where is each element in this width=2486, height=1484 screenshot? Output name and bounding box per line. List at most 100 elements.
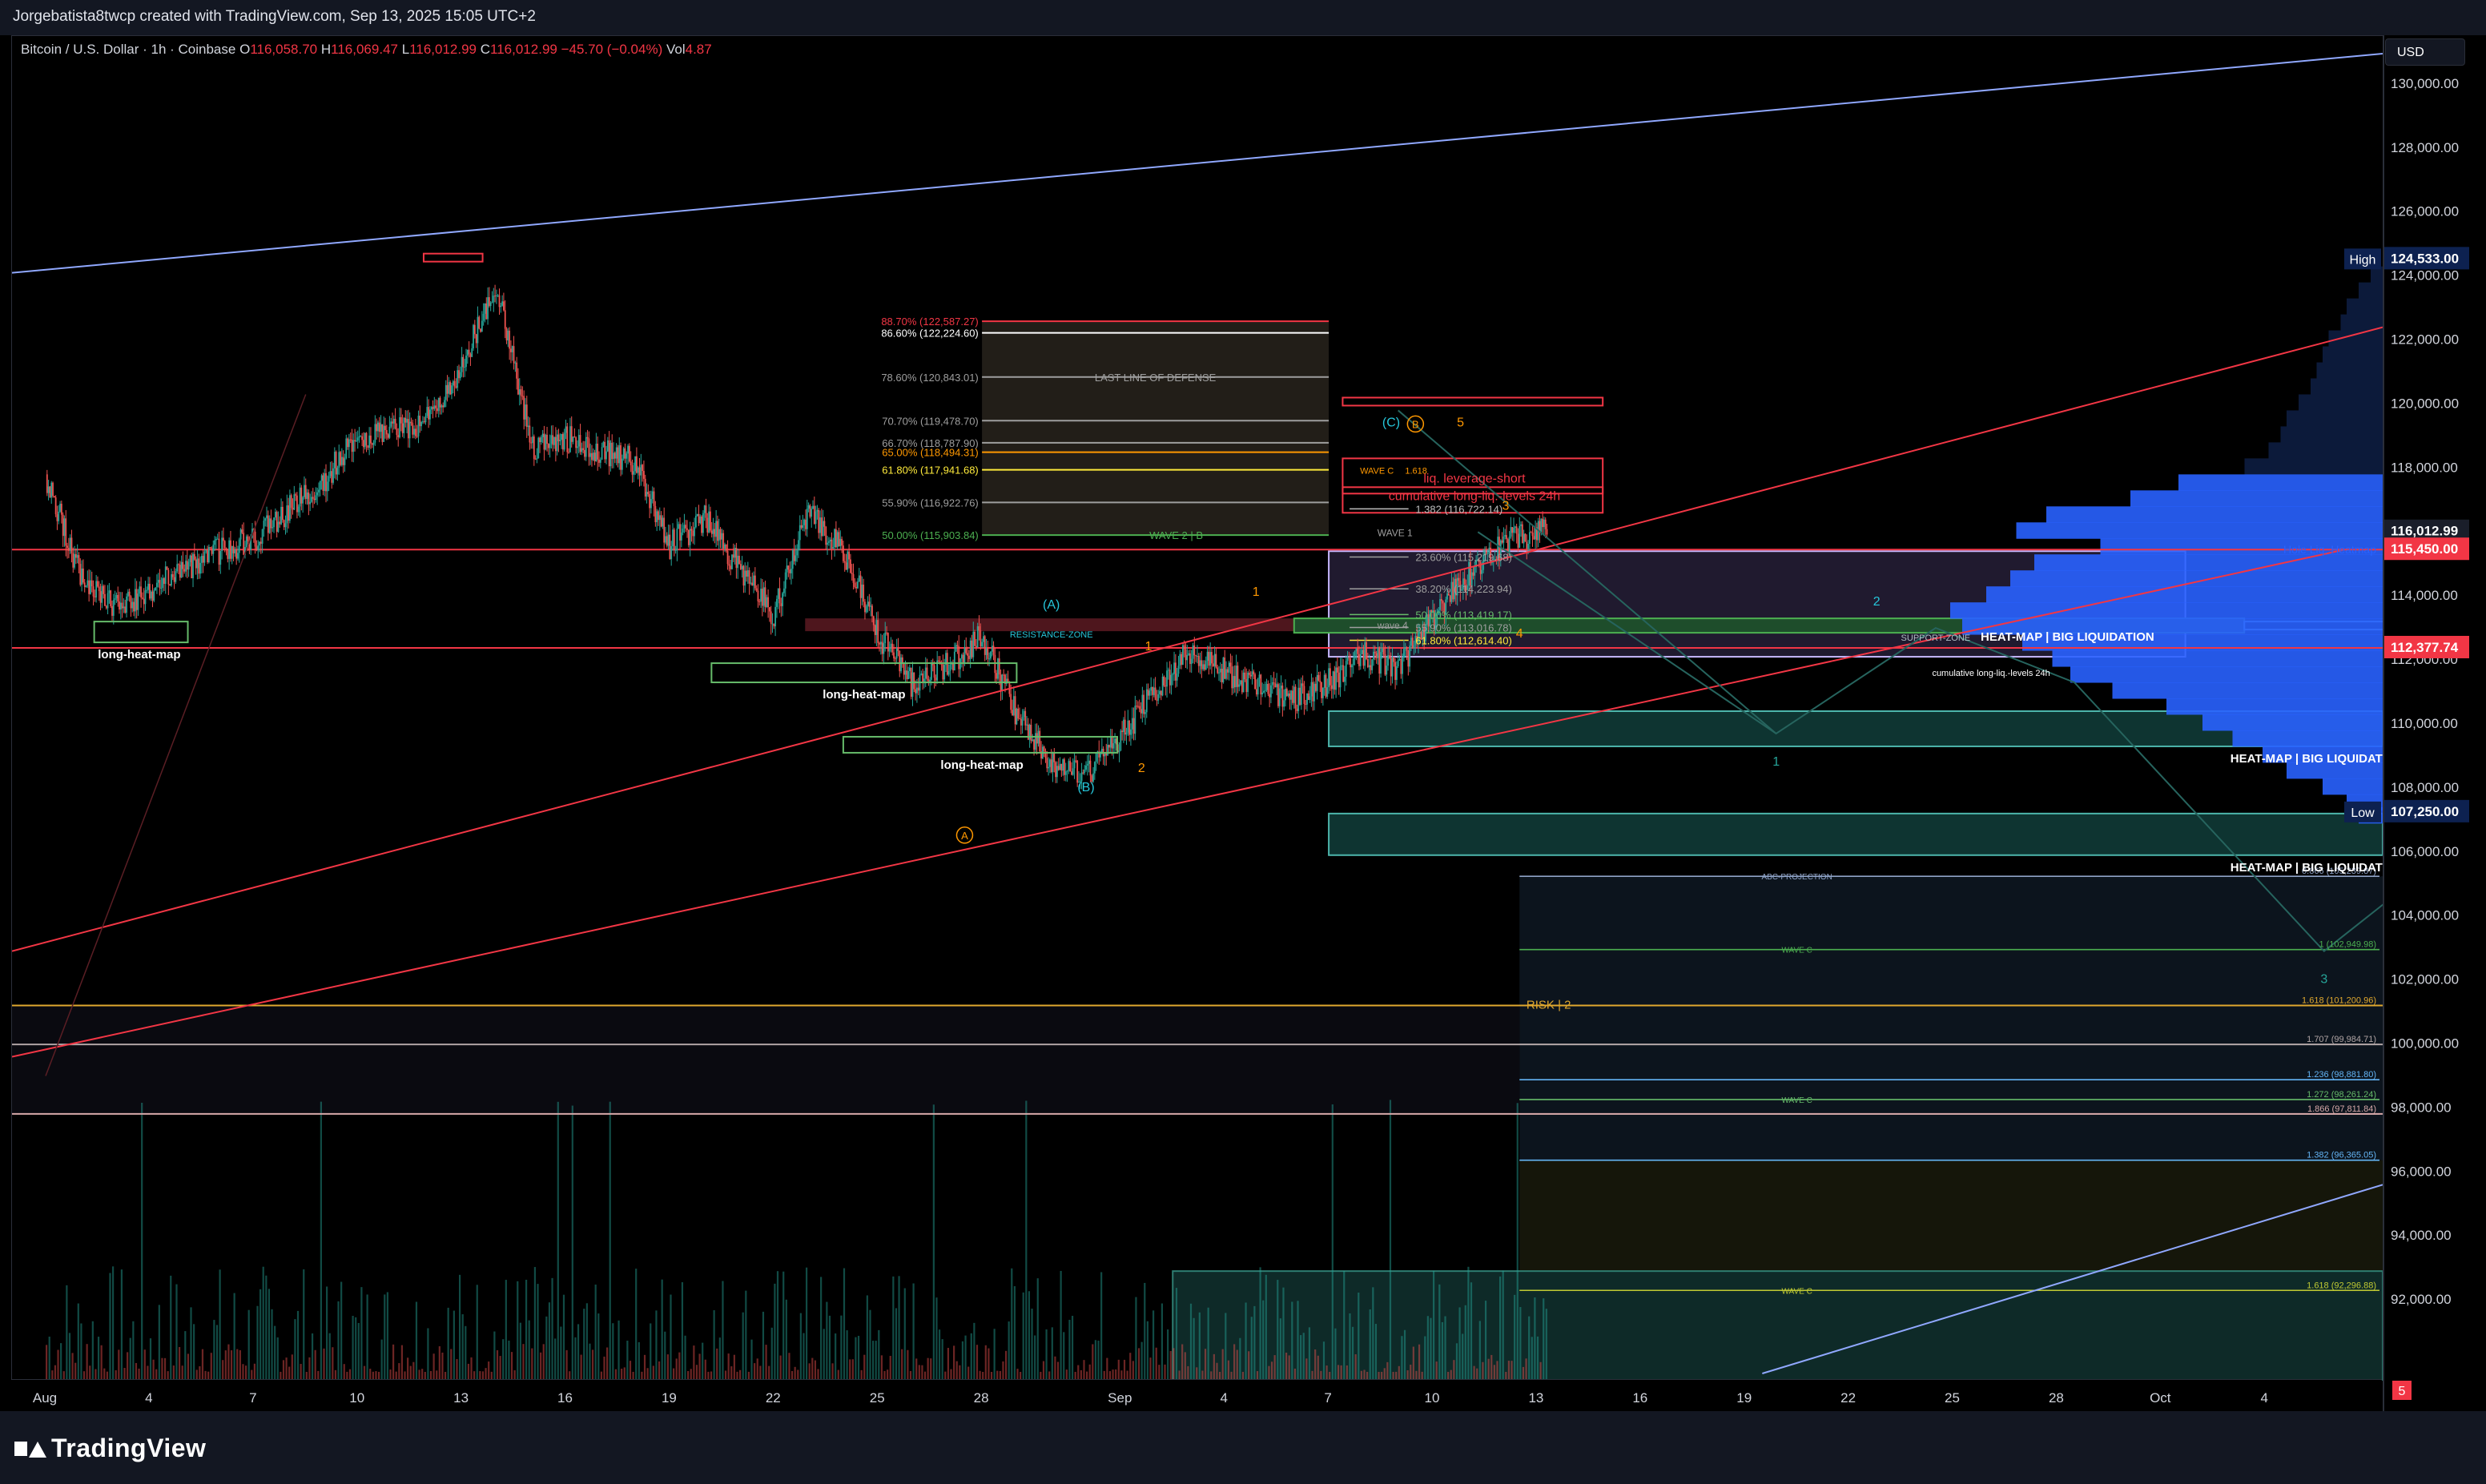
candle-body (160, 588, 163, 589)
candle-body (1195, 655, 1197, 657)
candle-body (969, 640, 971, 659)
candle-body (981, 641, 983, 647)
time-axis-svg[interactable]: Aug 4 7 10 13 16 19 22 25 28 Sep 4 7 10 13 16 19 22 25 28 Oc… (11, 1380, 2382, 1412)
candle-body (913, 672, 915, 690)
time-axis[interactable]: Aug 4 7 10 13 16 19 22 25 28 Sep 4 7 10 13 16 19 22 25 28 Oc… (11, 1379, 2382, 1412)
volume-bar (60, 1343, 62, 1380)
candle-body (355, 440, 357, 442)
candle-body (602, 441, 605, 448)
volume-bar (201, 1349, 204, 1380)
candle-body (911, 672, 914, 698)
candle-body (58, 511, 60, 521)
candle-body (864, 601, 866, 613)
candle-body (1384, 654, 1386, 675)
tradingview-logo[interactable]: TradingView (14, 1434, 206, 1463)
volume-label: Vol (666, 42, 686, 57)
candle-body (65, 518, 67, 546)
candle-body (630, 461, 632, 465)
candle-body (243, 533, 245, 555)
volume-bar (1374, 1324, 1378, 1380)
volume-bar (718, 1337, 721, 1380)
candle-body (372, 442, 375, 445)
candle-body (121, 602, 123, 609)
candle-body (870, 605, 872, 607)
candle-body (316, 492, 319, 496)
candle-body (1068, 761, 1070, 771)
volume-bar (1493, 1365, 1495, 1380)
candle-body (283, 520, 285, 528)
volume-bar (745, 1290, 747, 1380)
candle-body (900, 657, 902, 672)
volume-bar (947, 1348, 949, 1380)
candle-body (384, 425, 386, 431)
candle-body (883, 643, 885, 654)
candle-body (185, 561, 187, 572)
candle-body (825, 526, 827, 545)
candle-body (50, 482, 53, 498)
candle-body (518, 389, 521, 395)
volume-bar (138, 1368, 140, 1380)
candle-body (658, 511, 659, 521)
volume-bar (303, 1269, 305, 1380)
volume-bar (635, 1269, 638, 1380)
volume-bar (392, 1344, 395, 1380)
volume-bar (485, 1368, 487, 1380)
projection-level-label: 1.707 (99,984.71) (2307, 1035, 2376, 1044)
candle-body (481, 320, 483, 332)
candle-body (239, 529, 242, 540)
price-chart[interactable]: 0.866 (105,239.87)ABC-PROJECTION1 (102,9… (12, 36, 2383, 1412)
candle-body (63, 518, 66, 537)
candle-body (663, 517, 666, 543)
volume-bar (1322, 1341, 1325, 1380)
symbol-legend[interactable]: Bitcoin / U.S. Dollar · 1h · Coinbase O1… (21, 42, 712, 58)
symbol-name[interactable]: Bitcoin / U.S. Dollar · 1h · Coinbase (21, 42, 235, 57)
candle-body (615, 447, 617, 459)
volume-bar (817, 1369, 819, 1380)
volume-bar (609, 1101, 611, 1380)
price-tick-label: 106,000.00 (2391, 844, 2459, 859)
candle-body (70, 537, 73, 553)
candle-body (894, 658, 896, 660)
candle-body (203, 551, 206, 563)
volume-bar (759, 1365, 762, 1380)
currency-selector[interactable]: USD (2385, 38, 2465, 66)
volume-bar (892, 1276, 895, 1380)
candle-body (1225, 669, 1227, 679)
candle-body (1398, 658, 1401, 661)
candle-body (725, 544, 727, 551)
candle-body (1188, 653, 1189, 655)
candle-body (672, 529, 674, 546)
volume-bar (828, 1315, 831, 1380)
candle-body (532, 436, 533, 444)
candle-body (1381, 648, 1383, 653)
candle-body (1249, 674, 1252, 677)
candle-body (584, 449, 585, 457)
volume-bar (927, 1357, 929, 1380)
candle-body (1125, 732, 1128, 735)
candle-body (340, 452, 341, 465)
candle-body (857, 581, 859, 589)
chart-frame[interactable]: 0.866 (105,239.87) ABC-PROJECTION 1 (102,9… (11, 35, 2383, 1413)
candle-body (1052, 753, 1054, 773)
candle-body (748, 570, 750, 584)
candle-body (980, 630, 982, 647)
price-axis-svg[interactable]: 92,000.0094,000.0096,000.0098,000.00100,… (2384, 35, 2469, 1411)
candle-body (1107, 745, 1108, 756)
price-axis[interactable]: 92,000.00 94,000.00 96,000.00 98,000.00 100,… (2383, 35, 2469, 1411)
volume-bar (863, 1354, 866, 1380)
volume-bar (1478, 1321, 1481, 1380)
candle-body (1251, 671, 1253, 677)
volume-bar (127, 1352, 129, 1380)
candle-body (1143, 694, 1145, 714)
fib-level-label: 70.70% (119,478.70) (882, 415, 978, 427)
volume-bar (1383, 1368, 1386, 1380)
volume-bar (328, 1333, 331, 1380)
volume-bar (1305, 1358, 1308, 1380)
volume-bar (1308, 1327, 1311, 1380)
candle-body (845, 562, 847, 570)
volume-bar (1207, 1307, 1209, 1380)
volume-bar (1528, 1316, 1531, 1380)
candle-body (811, 509, 813, 517)
candle-body (990, 651, 992, 659)
hl-tag-label: High (2350, 253, 2376, 267)
